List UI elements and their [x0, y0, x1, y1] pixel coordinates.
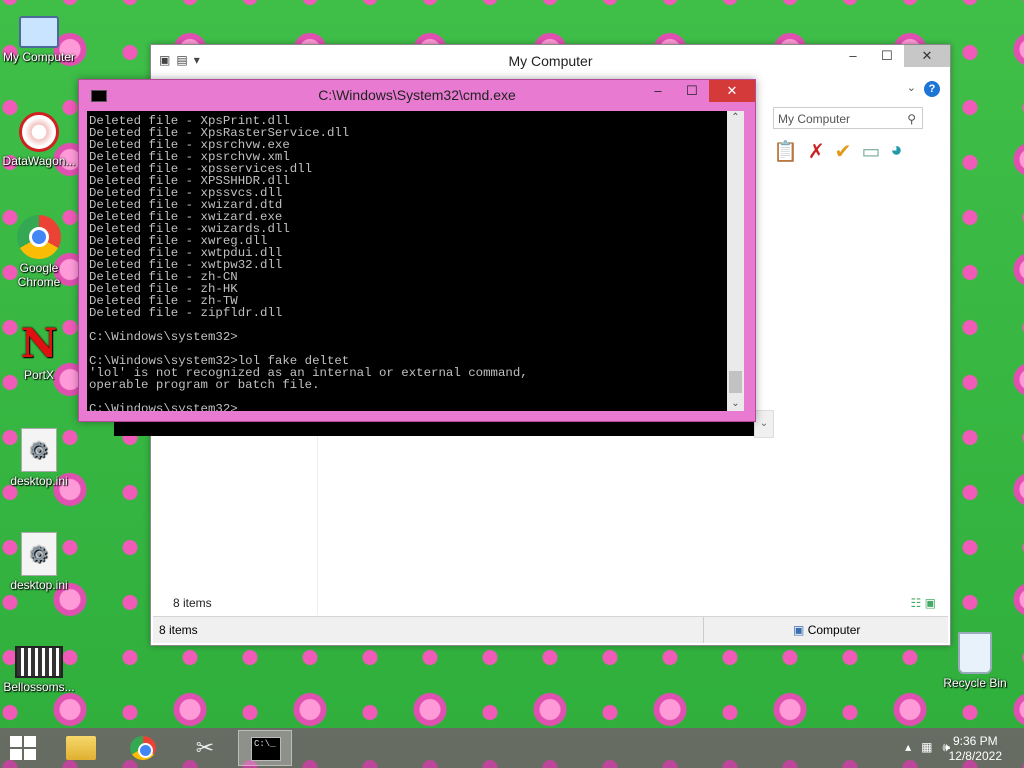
taskbar-tool[interactable]: ✂ [178, 730, 232, 766]
desktop-icon-desktop-ini-1[interactable]: desktop.ini [0, 428, 78, 488]
globe-icon[interactable]: ◕ [890, 139, 902, 164]
system-tray: ▴ ▦ 🕪 [905, 740, 950, 755]
tools-icon: ✂ [195, 735, 215, 760]
large-icons-view-icon[interactable]: ▣ [925, 596, 936, 610]
show-hidden-icons-icon[interactable]: ▴ [905, 740, 911, 755]
chevron-down-icon[interactable]: ⌄ [727, 397, 744, 411]
desktop-icon-datawagon[interactable]: DataWagon... [0, 112, 78, 168]
rename-icon[interactable]: ▭ [861, 139, 880, 164]
explorer-titlebar[interactable]: ▣ ▤ ▾ My Computer – ☐ ✕ [151, 45, 950, 79]
clock-time: 9:36 PM [952, 734, 998, 748]
explorer-toolbar: 📋 ✗ ✔ ▭ ◕ [773, 139, 902, 164]
explorer-window-controls: – ☐ ✕ [836, 45, 950, 67]
search-icon: ⚲ [907, 112, 916, 126]
command-prompt-icon: C:\_ [251, 737, 281, 761]
start-button[interactable] [10, 736, 38, 762]
desktop-icon-google-chrome[interactable]: Google Chrome [0, 215, 78, 289]
status-divider [703, 617, 704, 643]
desktop-icon-my-computer[interactable]: My Computer [0, 10, 78, 64]
taskbar-file-explorer[interactable] [54, 730, 108, 766]
status-location-label: Computer [807, 623, 861, 637]
close-button[interactable]: ✕ [709, 80, 755, 102]
search-input[interactable]: My Computer ⚲ [773, 107, 923, 129]
taskbar-command-prompt[interactable]: C:\_ [238, 730, 292, 766]
close-button[interactable]: ✕ [904, 45, 950, 67]
desktop-icon-label: Recycle Bin [943, 676, 1007, 690]
chevron-up-icon[interactable]: ⌃ [727, 111, 744, 125]
computer-icon: ▣ [793, 623, 805, 637]
view-toggle: ☷ ▣ [911, 596, 936, 610]
desktop-icon-label: Bellossoms... [3, 680, 75, 694]
clock[interactable]: 9:36 PM 12/8/2022 [949, 734, 1002, 764]
maximize-button[interactable]: ☐ [675, 80, 709, 102]
ribbon-expand-icon[interactable]: ⌄ [907, 81, 916, 94]
minimize-button[interactable]: – [836, 45, 870, 67]
search-placeholder: My Computer [778, 112, 851, 126]
network-icon[interactable]: ▦ [921, 740, 932, 755]
details-view-icon[interactable]: ☷ [911, 596, 922, 610]
chrome-icon [130, 736, 156, 760]
status-items: 8 items [159, 623, 198, 637]
web-shortcut-icon [19, 112, 59, 152]
status-bar: 8 items ▣ Computer [153, 616, 948, 643]
desktop-icon-label: Google Chrome [17, 261, 61, 289]
cmd-window[interactable]: C:\Windows\System32\cmd.exe – ☐ ✕ Delete… [78, 79, 756, 422]
maximize-button[interactable]: ☐ [870, 45, 904, 67]
items-count: 8 items [173, 596, 212, 610]
help-icon[interactable]: ? [924, 81, 940, 97]
desktop-icon-label: PortX [23, 368, 54, 382]
desktop-icon-label: desktop.ini [10, 474, 68, 488]
taskbar-google-chrome[interactable] [116, 730, 170, 766]
console-text: Deleted file - XpsPrint.dll Deleted file… [89, 114, 528, 411]
explorer-title: My Computer [508, 53, 593, 69]
cmd-titlebar[interactable]: C:\Windows\System32\cmd.exe – ☐ ✕ [79, 80, 755, 110]
cmd-window-controls: – ☐ ✕ [641, 80, 755, 102]
desktop-icon-portx[interactable]: N PortX [0, 320, 78, 383]
scroll-down-button[interactable]: ⌄ [754, 410, 774, 438]
desktop-icon-desktop-ini-2[interactable]: desktop.ini [0, 532, 78, 592]
settings-file-icon [21, 428, 57, 472]
console-shadow [114, 420, 754, 436]
settings-file-icon [21, 532, 57, 576]
computer-icon [19, 16, 59, 48]
console-scrollbar[interactable]: ⌃ ⌄ [727, 111, 744, 411]
desktop-icon-label: DataWagon... [2, 154, 76, 168]
folder-icon [66, 736, 96, 760]
minimize-button[interactable]: – [641, 80, 675, 102]
desktop-icon-label: My Computer [2, 50, 76, 64]
portx-icon: N [20, 320, 58, 367]
desktop-icon-bellossoms[interactable]: Bellossoms... [0, 636, 78, 694]
delete-icon[interactable]: ✗ [808, 139, 825, 164]
chrome-icon [17, 215, 61, 259]
status-location: ▣ Computer [793, 623, 860, 637]
video-file-icon [15, 646, 63, 678]
clipboard-icon[interactable]: 📋 [773, 139, 798, 164]
recycle-bin-icon [958, 632, 992, 674]
console-output[interactable]: Deleted file - XpsPrint.dll Deleted file… [87, 111, 727, 411]
desktop-icon-label: desktop.ini [10, 578, 68, 592]
taskbar: ✂ C:\_ ▴ ▦ 🕪 9:36 PM 12/8/2022 [0, 728, 1024, 768]
scrollbar-thumb[interactable] [729, 371, 742, 393]
check-icon[interactable]: ✔ [835, 139, 852, 164]
clock-date: 12/8/2022 [948, 749, 1002, 763]
